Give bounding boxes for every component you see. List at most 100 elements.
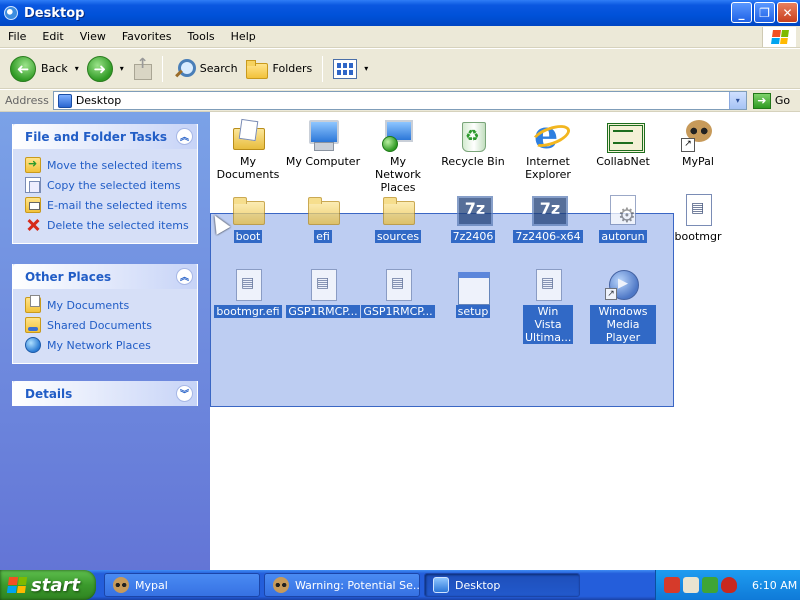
collapse-chevron-icon[interactable]: ︽ bbox=[176, 268, 193, 285]
clock[interactable]: 6:10 AM bbox=[752, 579, 797, 592]
address-field[interactable]: Desktop ▾ bbox=[52, 91, 747, 110]
internet-explorer-icon bbox=[531, 112, 565, 157]
taskbar: start Mypal Warning: Potential Se... Des… bbox=[0, 570, 800, 600]
folders-button[interactable]: Folders bbox=[242, 53, 317, 85]
item-label: MyPal bbox=[682, 155, 714, 168]
desktop-item-internet-explorer[interactable]: Internet Explorer bbox=[508, 112, 588, 181]
details-header[interactable]: Details ︾ bbox=[13, 381, 197, 406]
item-label: boot bbox=[233, 230, 263, 243]
task-copy-selected[interactable]: Copy the selected items bbox=[25, 175, 197, 195]
desktop-item-my-network-places[interactable]: My Network Places bbox=[358, 118, 438, 194]
place-label: Shared Documents bbox=[47, 318, 152, 332]
place-my-network-places[interactable]: My Network Places bbox=[25, 335, 197, 355]
start-button[interactable]: start bbox=[0, 570, 96, 600]
forward-dropdown-icon[interactable]: ▾ bbox=[120, 64, 124, 73]
desktop-item-my-computer[interactable]: My Computer bbox=[283, 118, 363, 168]
system-tray: 6:10 AM bbox=[655, 570, 800, 600]
desktop-item-efi[interactable]: efi bbox=[283, 193, 363, 243]
address-label: Address bbox=[5, 94, 49, 107]
back-button[interactable]: ➜ Back ▾ bbox=[6, 53, 83, 85]
menu-favorites[interactable]: Favorites bbox=[114, 30, 180, 43]
shared-documents-icon bbox=[25, 317, 41, 333]
place-my-documents[interactable]: My Documents bbox=[25, 295, 197, 315]
close-button[interactable]: ✕ bbox=[777, 2, 798, 23]
item-label: efi bbox=[314, 230, 332, 243]
taskbar-button-warning[interactable]: Warning: Potential Se... bbox=[264, 573, 420, 597]
item-label: Win Vista Ultima... bbox=[523, 305, 573, 344]
menu-bar: File Edit View Favorites Tools Help bbox=[0, 26, 800, 48]
windows-flag-icon bbox=[770, 30, 789, 44]
item-label: Windows Media Player bbox=[590, 305, 656, 344]
item-label: autorun bbox=[599, 230, 647, 243]
go-arrow-icon: ➜ bbox=[752, 92, 771, 109]
system-file-icon bbox=[231, 268, 265, 302]
desktop-item-autorun[interactable]: autorun bbox=[583, 193, 663, 243]
desktop-item-my-documents[interactable]: My Documents bbox=[208, 118, 288, 181]
network-status-icon[interactable] bbox=[664, 577, 680, 593]
desktop-item-7z2406[interactable]: 7z2406 bbox=[433, 193, 513, 243]
mypal-icon bbox=[681, 118, 715, 152]
mypal-icon bbox=[273, 577, 289, 593]
task-email-selected[interactable]: E-mail the selected items bbox=[25, 195, 197, 215]
menu-view[interactable]: View bbox=[72, 30, 114, 43]
toolbar-separator bbox=[322, 55, 324, 82]
network-places-icon bbox=[381, 118, 415, 152]
item-label: CollabNet bbox=[596, 155, 650, 168]
window-title: Desktop bbox=[24, 5, 85, 21]
desktop-item-mypal[interactable]: MyPal bbox=[658, 118, 738, 168]
task-delete-selected[interactable]: Delete the selected items bbox=[25, 215, 197, 235]
views-dropdown-icon: ▾ bbox=[364, 64, 369, 73]
expand-chevron-icon[interactable]: ︾ bbox=[176, 385, 193, 402]
desktop-item-setup[interactable]: setup bbox=[433, 268, 513, 318]
desktop-item-collabnet[interactable]: CollabNet bbox=[583, 118, 663, 168]
desktop-item-win-vista-ultimate[interactable]: Win Vista Ultima... bbox=[508, 268, 588, 344]
other-places-header[interactable]: Other Places ︽ bbox=[13, 264, 197, 289]
mypal-icon bbox=[113, 577, 129, 593]
folder-icon bbox=[381, 193, 415, 227]
taskbar-button-label: Desktop bbox=[455, 578, 501, 592]
forward-button[interactable]: ➜ ▾ bbox=[83, 53, 128, 85]
folders-icon bbox=[245, 59, 268, 79]
collapse-chevron-icon[interactable]: ︽ bbox=[176, 128, 193, 145]
forward-arrow-icon: ➜ bbox=[86, 55, 113, 82]
menu-file[interactable]: File bbox=[0, 30, 34, 43]
other-places-panel: Other Places ︽ My Documents Shared Docum… bbox=[12, 264, 198, 364]
back-dropdown-icon[interactable]: ▾ bbox=[75, 64, 79, 73]
autorun-icon bbox=[606, 193, 640, 227]
back-arrow-icon: ➜ bbox=[10, 55, 36, 82]
my-documents-icon bbox=[25, 295, 41, 313]
search-button[interactable]: Search bbox=[169, 53, 242, 85]
desktop-item-gsp1rmcp-1[interactable]: GSP1RMCP... bbox=[283, 268, 363, 318]
desktop-item-gsp1rmcp-2[interactable]: GSP1RMCP... bbox=[358, 268, 438, 318]
menu-help[interactable]: Help bbox=[223, 30, 264, 43]
desktop-item-bootmgr[interactable]: bootmgr bbox=[658, 193, 738, 243]
taskbar-button-mypal[interactable]: Mypal bbox=[104, 573, 260, 597]
desktop-item-7z2406-x64[interactable]: 7z2406-x64 bbox=[508, 193, 588, 243]
desktop-item-windows-media-player[interactable]: ↗ Windows Media Player bbox=[583, 268, 663, 344]
tray-tool-icon[interactable] bbox=[683, 577, 699, 593]
views-button[interactable]: ▾ bbox=[329, 53, 372, 85]
go-button[interactable]: ➜ Go bbox=[752, 92, 790, 109]
up-button[interactable] bbox=[128, 53, 156, 85]
toolbar-separator bbox=[161, 55, 163, 82]
file-folder-tasks-header[interactable]: File and Folder Tasks ︽ bbox=[13, 124, 197, 149]
desktop-location-icon bbox=[57, 93, 72, 108]
file-folder-tasks-panel: File and Folder Tasks ︽ Move the selecte… bbox=[12, 124, 198, 244]
menu-edit[interactable]: Edit bbox=[34, 30, 71, 43]
place-label: My Network Places bbox=[47, 338, 151, 352]
menu-tools[interactable]: Tools bbox=[180, 30, 223, 43]
address-dropdown-icon[interactable]: ▾ bbox=[728, 92, 746, 109]
up-folder-icon bbox=[132, 56, 152, 80]
desktop-item-sources[interactable]: sources bbox=[358, 193, 438, 243]
tray-security-icon[interactable] bbox=[702, 577, 718, 593]
maximize-button[interactable]: ❐ bbox=[754, 2, 775, 23]
desktop-item-bootmgr-efi[interactable]: bootmgr.efi bbox=[208, 268, 288, 318]
taskbar-button-desktop[interactable]: Desktop bbox=[424, 573, 580, 597]
file-folder-tasks-list: Move the selected items Copy the selecte… bbox=[13, 149, 197, 243]
place-shared-documents[interactable]: Shared Documents bbox=[25, 315, 197, 335]
task-move-selected[interactable]: Move the selected items bbox=[25, 155, 197, 175]
7zip-icon bbox=[531, 193, 568, 227]
shield-icon[interactable] bbox=[721, 577, 737, 593]
minimize-button[interactable]: _ bbox=[731, 2, 752, 23]
desktop-item-recycle-bin[interactable]: Recycle Bin bbox=[433, 118, 513, 168]
